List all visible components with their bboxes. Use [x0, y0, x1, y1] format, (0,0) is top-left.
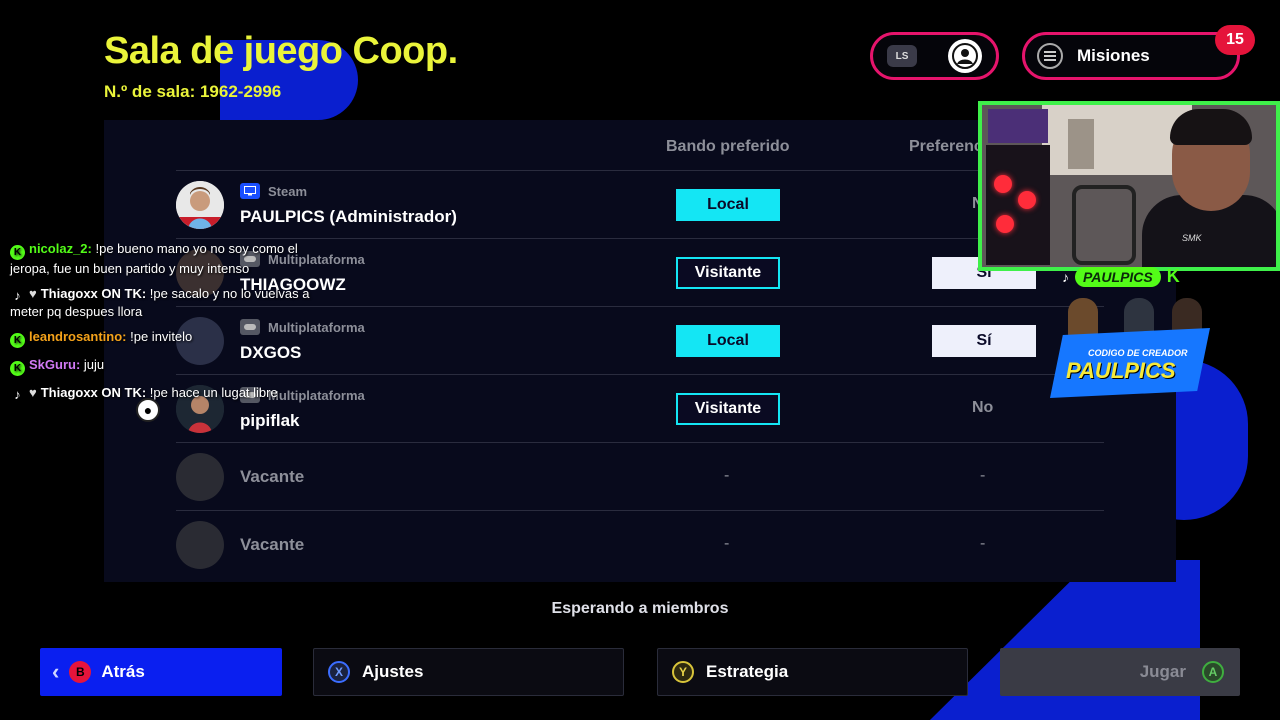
webcam-fan-light: [994, 175, 1012, 193]
webcam-light: [988, 109, 1048, 143]
status-message: Esperando a miembros: [551, 600, 729, 617]
platform-label: Steam: [240, 183, 307, 199]
webcam-door: [1068, 119, 1094, 169]
menu-icon: [1037, 43, 1063, 69]
webcam-chair: [1072, 185, 1136, 265]
ls-button-icon: LS: [887, 45, 917, 67]
preference-value: No: [972, 399, 994, 416]
chat-text: juju: [80, 357, 105, 372]
column-header-preference: Preferencia: [909, 138, 989, 155]
chat-text: !pe invitelo: [126, 329, 193, 344]
profile-button[interactable]: LS: [870, 32, 999, 80]
missions-label: Misiones: [1077, 46, 1150, 65]
notification-badge: 15: [1215, 25, 1255, 55]
strategy-button[interactable]: Y Estrategia: [657, 648, 968, 696]
streamer-name: PAULPICS: [1075, 266, 1161, 287]
a-button-icon: A: [1202, 661, 1224, 683]
player-name: pipiflak: [240, 411, 300, 430]
b-button-icon: B: [69, 661, 92, 683]
page-title: Sala de juego Coop.: [104, 30, 458, 72]
streamer-handle: ♪ PAULPICS K: [1062, 266, 1180, 287]
chat-message: K SkGuru: juju: [10, 356, 330, 376]
tiktok-icon: ♪: [14, 387, 21, 402]
chat-username: Thiagoxx ON TK:: [40, 286, 147, 301]
play-button[interactable]: Jugar A: [1000, 648, 1240, 696]
chat-message: Kleandrosantino: !pe invitelo: [10, 328, 330, 348]
side-badge-local: Local: [676, 189, 780, 221]
webcam-fan-light: [996, 215, 1014, 233]
preference-badge: Sí: [932, 325, 1036, 357]
side-badge-visitor: Visitante: [676, 393, 780, 425]
webcam-pc-case: [986, 145, 1050, 265]
chat-username: SkGuru:: [29, 357, 81, 372]
webcam-person-hair: [1170, 109, 1252, 145]
chat-message: ♪ ♥ Thiagoxx ON TK: !pe hace un lugat libr…: [10, 384, 330, 402]
back-button[interactable]: ‹ B Atrás: [40, 648, 282, 696]
chat-message: ♪ ♥ Thiagoxx ON TK: !pe sacalo y no lo vue…: [10, 285, 330, 320]
chat-username: leandrosantino:: [29, 329, 127, 344]
kick-icon: K: [10, 333, 25, 348]
chat-message: Knicolaz_2: !pe bueno mano yo no soy com…: [10, 240, 330, 277]
kick-icon: K: [10, 245, 25, 260]
monitor-icon: [240, 183, 260, 199]
room-number: N.º de sala: 1962-2996: [104, 82, 282, 101]
column-header-side: Bando preferido: [666, 138, 790, 155]
creator-code-label: CODIGO DE CREADOR: [1088, 348, 1188, 358]
side-empty: -: [724, 467, 730, 484]
y-button-icon: Y: [672, 661, 694, 683]
vacant-slot-row[interactable]: Vacante - -: [176, 510, 1104, 578]
shirt-logo: SMK: [1182, 233, 1202, 243]
empty-avatar: [176, 521, 224, 569]
creator-code: PAULPICS: [1066, 358, 1176, 383]
webcam-fan-light: [1018, 191, 1036, 209]
member-row[interactable]: Steam PAULPICS (Administrador) Local No: [176, 170, 1104, 238]
heart-icon: ♥: [29, 385, 37, 400]
chat-username: Thiagoxx ON TK:: [40, 385, 147, 400]
background-shape: [930, 560, 1200, 720]
preference-empty: -: [980, 535, 986, 552]
vacant-label: Vacante: [240, 467, 305, 486]
play-label: Jugar: [1139, 662, 1186, 681]
character-figure: [1068, 298, 1098, 338]
back-label: Atrás: [101, 662, 145, 681]
kick-icon: K: [10, 361, 25, 376]
strategy-label: Estrategia: [706, 662, 789, 681]
soccer-ball-icon: ●: [136, 398, 160, 422]
tiktok-icon: ♪: [1062, 268, 1069, 285]
side-badge-local: Local: [676, 325, 780, 357]
preference-empty: -: [980, 467, 986, 484]
chat-username: nicolaz_2:: [29, 241, 92, 256]
side-badge-visitor: Visitante: [676, 257, 780, 289]
x-button-icon: X: [328, 661, 350, 683]
settings-button[interactable]: X Ajustes: [313, 648, 624, 696]
kick-logo: K: [1166, 266, 1180, 286]
chevron-left-icon: ‹: [52, 659, 60, 684]
settings-label: Ajustes: [362, 662, 424, 681]
player-name: PAULPICS (Administrador): [240, 207, 457, 226]
vacant-slot-row[interactable]: Vacante - -: [176, 442, 1104, 510]
chat-text: !pe hace un lugat libre: [146, 385, 278, 400]
empty-avatar: [176, 453, 224, 501]
side-empty: -: [724, 535, 730, 552]
vacant-label: Vacante: [240, 535, 305, 554]
avatar: [176, 181, 224, 229]
user-profile-icon: [948, 39, 982, 73]
platform-name: Steam: [268, 183, 308, 199]
missions-button[interactable]: Misiones: [1022, 32, 1240, 80]
webcam-overlay: SMK: [978, 101, 1280, 271]
heart-icon: ♥: [29, 286, 37, 301]
stream-chat-overlay: Knicolaz_2: !pe bueno mano yo no soy com…: [10, 240, 330, 410]
tiktok-icon: ♪: [14, 288, 21, 303]
